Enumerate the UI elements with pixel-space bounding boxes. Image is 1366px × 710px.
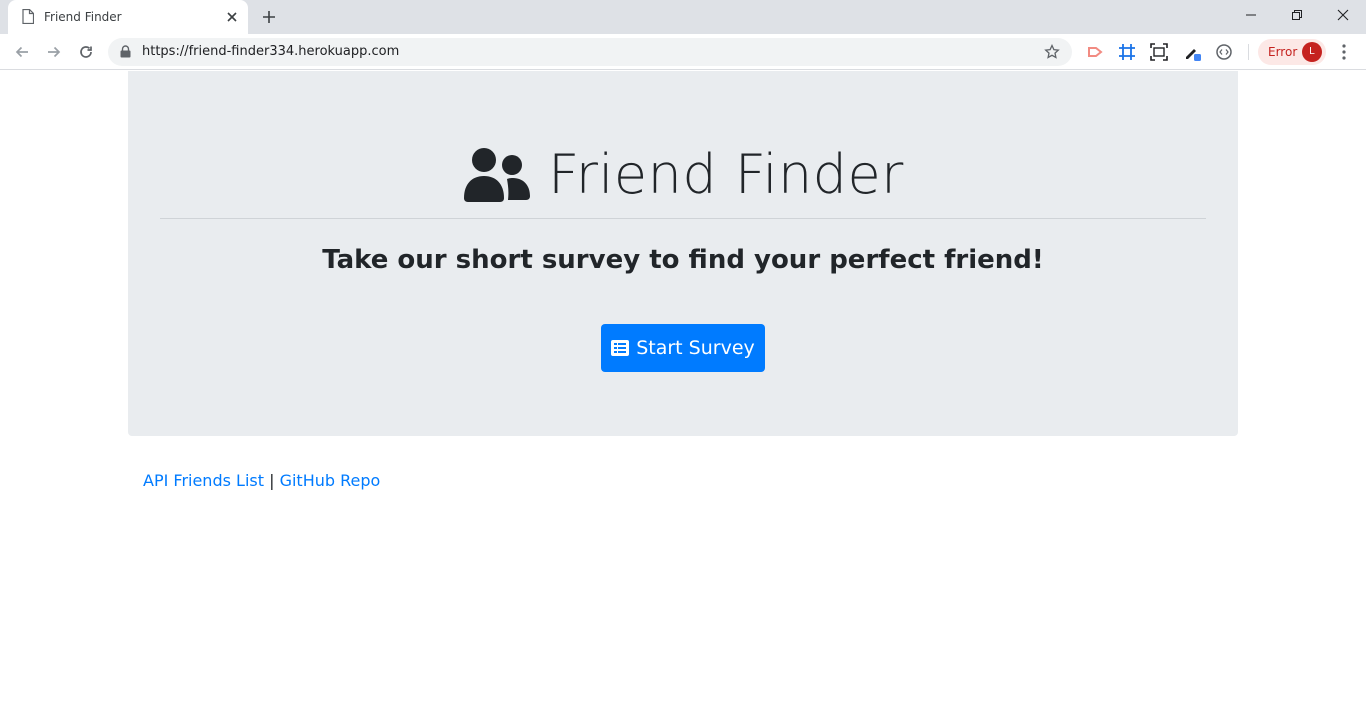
code-extension-icon[interactable] [1215,43,1233,61]
minimize-icon [1246,14,1256,16]
screencast-extension-icon[interactable] [1086,43,1104,61]
browser-tab[interactable]: Friend Finder [8,0,248,34]
tab-strip: Friend Finder [0,0,1366,34]
color-picker-extension-icon[interactable] [1184,43,1202,61]
start-survey-button[interactable]: Start Survey [601,324,765,372]
back-arrow-icon [15,46,28,58]
minimize-button[interactable] [1228,0,1274,30]
github-repo-link[interactable]: GitHub Repo [280,471,381,490]
page-title: Friend Finder [548,142,904,206]
forward-button[interactable] [42,40,66,64]
avatar: L [1302,42,1322,62]
grid-extension-icon[interactable] [1118,43,1136,61]
window-close-button[interactable] [1320,0,1366,30]
list-alt-icon [611,340,630,356]
close-icon[interactable] [224,9,240,25]
start-survey-label: Start Survey [636,337,755,359]
back-button[interactable] [10,40,34,64]
tagline: Take our short survey to find your perfe… [322,245,1044,275]
page-content: Friend Finder Take our short survey to f… [0,71,1366,710]
capture-extension-icon[interactable] [1150,43,1168,61]
address-bar[interactable]: https://friend-finder334.herokuapp.com [108,38,1072,66]
toolbar-separator [1248,44,1249,60]
forward-arrow-icon [48,46,61,58]
error-label: Error [1268,45,1298,59]
page-icon [22,9,34,24]
lock-icon [120,45,131,58]
kebab-menu-icon[interactable] [1336,43,1352,61]
link-separator: | [269,471,275,490]
page-header: Friend Finder [128,141,1238,207]
profile-error-chip[interactable]: Error L [1258,39,1326,65]
star-icon[interactable] [1044,44,1060,60]
users-icon [464,148,531,202]
divider [160,218,1206,219]
restore-icon [1292,10,1302,20]
jumbotron: Friend Finder Take our short survey to f… [128,71,1238,436]
browser-toolbar: https://friend-finder334.herokuapp.com E… [0,34,1366,70]
reload-icon [80,46,92,58]
window-close-icon [1337,9,1349,21]
reload-button[interactable] [74,40,98,64]
footer-links: API Friends List | GitHub Repo [143,471,380,490]
plus-icon[interactable] [260,8,278,26]
tab-title: Friend Finder [44,10,122,24]
restore-button[interactable] [1274,0,1320,30]
api-friends-link[interactable]: API Friends List [143,471,264,490]
url-text[interactable]: https://friend-finder334.herokuapp.com [142,44,399,59]
